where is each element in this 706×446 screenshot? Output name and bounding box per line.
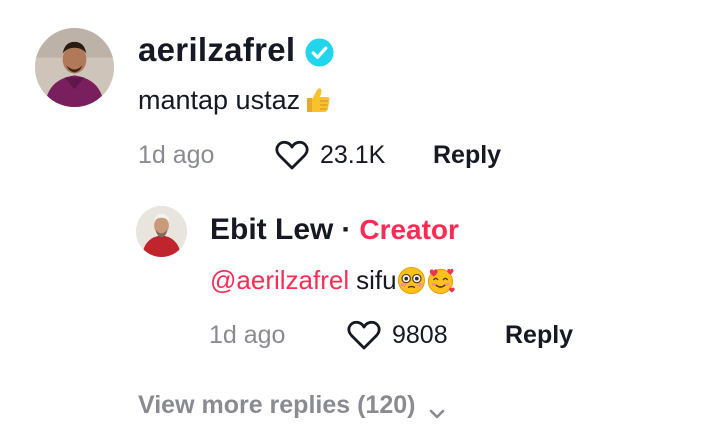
smiling-face-with-hearts-emoji-icon bbox=[426, 266, 455, 295]
avatar[interactable] bbox=[35, 28, 114, 107]
username[interactable]: aerilzafrel bbox=[138, 30, 295, 70]
comment-body: mantap ustaz bbox=[138, 85, 301, 115]
thumbs-up-emoji-icon bbox=[301, 84, 333, 116]
reply-like-count: 9808 bbox=[392, 320, 448, 349]
reply-button[interactable]: Reply bbox=[433, 141, 501, 170]
creator-badge: Creator bbox=[359, 214, 459, 245]
reply-username[interactable]: Ebit Lew bbox=[210, 210, 333, 250]
flushed-face-emoji-icon bbox=[397, 266, 426, 295]
reply-author: Ebit Lew · Creator bbox=[210, 210, 459, 250]
comment-timestamp: 1d ago bbox=[138, 140, 215, 169]
reply-reply-button[interactable]: Reply bbox=[505, 321, 573, 350]
reply-meta: 1d ago 9808 Reply bbox=[209, 318, 573, 352]
reply-text: @aerilzafrel sifu bbox=[210, 262, 455, 298]
comment-meta: 1d ago 23.1K Reply bbox=[138, 138, 501, 172]
reply-avatar[interactable] bbox=[136, 206, 187, 257]
comment-author[interactable]: aerilzafrel bbox=[138, 30, 334, 70]
heart-outline-icon[interactable] bbox=[346, 319, 382, 351]
chevron-down-icon bbox=[427, 399, 447, 418]
heart-outline-icon[interactable] bbox=[274, 139, 310, 171]
avatar-photo bbox=[35, 28, 114, 107]
reply-like-button[interactable]: 9808 bbox=[346, 319, 505, 351]
mention-link[interactable]: @aerilzafrel bbox=[210, 262, 349, 298]
verified-badge-icon bbox=[305, 36, 334, 67]
reply-body: sifu bbox=[356, 265, 397, 295]
reply-avatar-photo bbox=[136, 206, 187, 257]
reply-timestamp: 1d ago bbox=[209, 320, 286, 349]
like-count: 23.1K bbox=[320, 140, 386, 169]
like-button[interactable]: 23.1K bbox=[274, 139, 433, 171]
view-more-replies-button[interactable]: View more replies (120) bbox=[138, 391, 447, 420]
separator-dot: · bbox=[341, 213, 352, 246]
comment-text: mantap ustaz bbox=[138, 82, 333, 118]
view-more-label: View more replies (120) bbox=[138, 391, 416, 419]
